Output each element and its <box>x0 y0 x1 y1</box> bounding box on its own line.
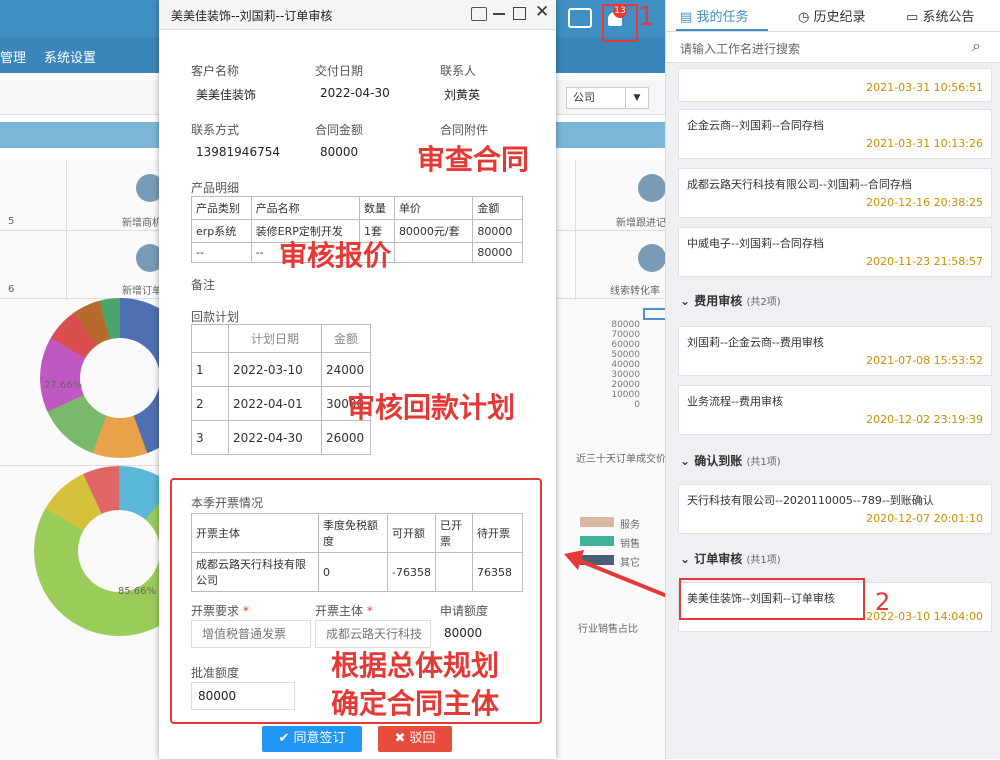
pie-label: 85.66% <box>118 586 157 597</box>
invoice-entity-label: 开票主体 * <box>315 604 373 618</box>
pie-hole <box>78 510 160 592</box>
tab-history[interactable]: ◷ 历史纪录 <box>798 6 866 25</box>
agree-button[interactable]: ✔ 同意签订 <box>262 726 362 752</box>
annotation-entity-line2: 确定合同主体 <box>331 687 500 720</box>
clock-icon: ◷ <box>798 10 810 25</box>
legend-swatch <box>580 517 614 527</box>
task-card[interactable]: 企金云商--刘国莉--合同存档 2021-03-31 10:13:26 <box>678 109 992 159</box>
annotation-review-payment: 审核回款计划 <box>347 391 516 424</box>
annotation-number: 1 <box>638 2 655 32</box>
followup-icon <box>638 174 666 202</box>
task-highlight <box>679 578 865 620</box>
annotation-entity-line1: 根据总体规划 <box>331 649 500 682</box>
apply-amount-value: 80000 <box>444 626 483 640</box>
remark-label: 备注 <box>191 278 216 292</box>
invoice-section-label: 本季开票情况 <box>191 496 264 510</box>
legend-label: 服务 <box>620 520 640 531</box>
message-icon: ▭ <box>906 10 919 25</box>
industry-caption: 行业销售占比 <box>578 624 638 635</box>
pie-hole <box>80 338 160 418</box>
reject-button[interactable]: ✖ 驳回 <box>378 726 452 752</box>
search-input[interactable]: 请输入工作名进行搜索 <box>680 40 800 57</box>
phone-value: 13981946754 <box>196 145 280 159</box>
search-bar: 请输入工作名进行搜索 ⌕ <box>666 32 1000 63</box>
order-review-dialog: 美美佳装饰--刘国莉--订单审核 ✕ 客户名称 交付日期 联系人 美美佳装饰 2… <box>159 0 556 759</box>
tasks-icon: ▤ <box>680 10 693 25</box>
group-receipt-confirm[interactable]: ⌄ 确认到账 (共1项) <box>680 452 781 469</box>
customer-value: 美美佳装饰 <box>196 88 257 102</box>
company-select[interactable]: 公司 <box>566 87 626 109</box>
chevron-down-icon[interactable]: ▼ <box>625 87 649 109</box>
phone-label: 联系方式 <box>191 123 240 137</box>
metric-label: 新增跟进记 <box>616 218 666 229</box>
nav-item-settings[interactable]: 系统设置 <box>44 47 96 66</box>
task-panel: ▤ 我的任务 ◷ 历史纪录 ▭ 系统公告 请输入工作名进行搜索 ⌕ 2021-0… <box>665 0 1000 759</box>
task-card[interactable]: 中威电子--刘国莉--合同存档 2020-11-23 21:58:57 <box>678 227 992 277</box>
tab-announcements[interactable]: ▭ 系统公告 <box>906 6 974 25</box>
monitor-icon[interactable] <box>568 8 592 28</box>
bar-caption: 近三十天订单成交价 <box>576 454 666 465</box>
task-card[interactable]: 成都云路天行科技有限公司--刘国莉--合同存档 2020-12-16 20:38:… <box>678 168 992 218</box>
search-icon[interactable]: ⌕ <box>972 36 981 56</box>
minimize-icon[interactable] <box>493 13 505 15</box>
dialog-header: 美美佳装饰--刘国莉--订单审核 ✕ <box>159 0 556 30</box>
apply-amount-label: 申请额度 <box>440 604 489 618</box>
task-card[interactable]: 业务流程--费用审核 2020-12-02 23:19:39 <box>678 385 992 435</box>
task-card[interactable]: 2021-03-31 10:56:51 <box>678 68 992 102</box>
amount-label: 合同金额 <box>315 123 364 137</box>
annotation-number: 2 <box>875 588 891 616</box>
invoice-requirement-label: 开票要求 * <box>191 604 249 618</box>
metric-count: 5 <box>8 216 15 227</box>
payment-table: 计划日期 金额 1 2022-03-10 24000 2 2022-04-01 30000… <box>191 324 371 455</box>
invoice-requirement-select[interactable]: 增值税普通发票 <box>191 620 311 648</box>
notification-badge: 13 <box>613 4 627 18</box>
task-card[interactable]: 天行科技有限公司--2020110005--789--到账确认 2020-12-0… <box>678 484 992 534</box>
annotation-review-quote: 审核报价 <box>279 239 392 272</box>
payment-section-label: 回款计划 <box>191 310 240 324</box>
metric-label: 新增订单 <box>122 286 162 297</box>
group-order-review[interactable]: ⌄ 订单审核 (共1项) <box>680 550 781 567</box>
dialog-title: 美美佳装饰--刘国莉--订单审核 <box>171 9 333 23</box>
pie-label: 27.66% <box>44 380 83 391</box>
maximize-icon[interactable] <box>513 7 526 20</box>
amount-value: 80000 <box>320 145 359 159</box>
product-section-label: 产品明细 <box>191 181 240 195</box>
screen-icon[interactable] <box>471 7 487 21</box>
approve-amount-label: 批准额度 <box>191 666 240 680</box>
active-tab-underline <box>676 29 768 31</box>
attachment-label: 合同附件 <box>440 123 489 137</box>
close-icon[interactable]: ✕ <box>535 2 549 22</box>
group-fee-review[interactable]: ⌄ 费用审核 (共2项) <box>680 292 781 309</box>
contact-value: 刘黄英 <box>444 88 481 102</box>
date-label: 交付日期 <box>315 64 364 78</box>
annotation-review-contract: 审查合同 <box>417 143 530 176</box>
contact-label: 联系人 <box>440 64 477 78</box>
nav-item-manage[interactable]: 管理 <box>0 47 26 66</box>
invoice-table: 开票主体 季度免税额度 可开额 已开票 待开票 成都云路天行科技有限公司 0 -76358 7… <box>191 513 524 592</box>
metric-label: 线索转化率 <box>610 286 660 297</box>
metric-label: 新增商机 <box>122 218 162 229</box>
tab-my-tasks[interactable]: ▤ 我的任务 <box>680 6 748 25</box>
metric-count: 6 <box>8 284 15 295</box>
y-axis-ticks: 80000 70000 60000 50000 40000 30000 20000 10000… <box>611 320 640 410</box>
date-value: 2022-04-30 <box>320 86 390 100</box>
conversion-icon <box>638 244 666 272</box>
task-card[interactable]: 刘国莉--企金云商--费用审核 2021-07-08 15:53:52 <box>678 326 992 376</box>
customer-label: 客户名称 <box>191 64 240 78</box>
approve-amount-input[interactable]: 80000 <box>191 682 295 710</box>
